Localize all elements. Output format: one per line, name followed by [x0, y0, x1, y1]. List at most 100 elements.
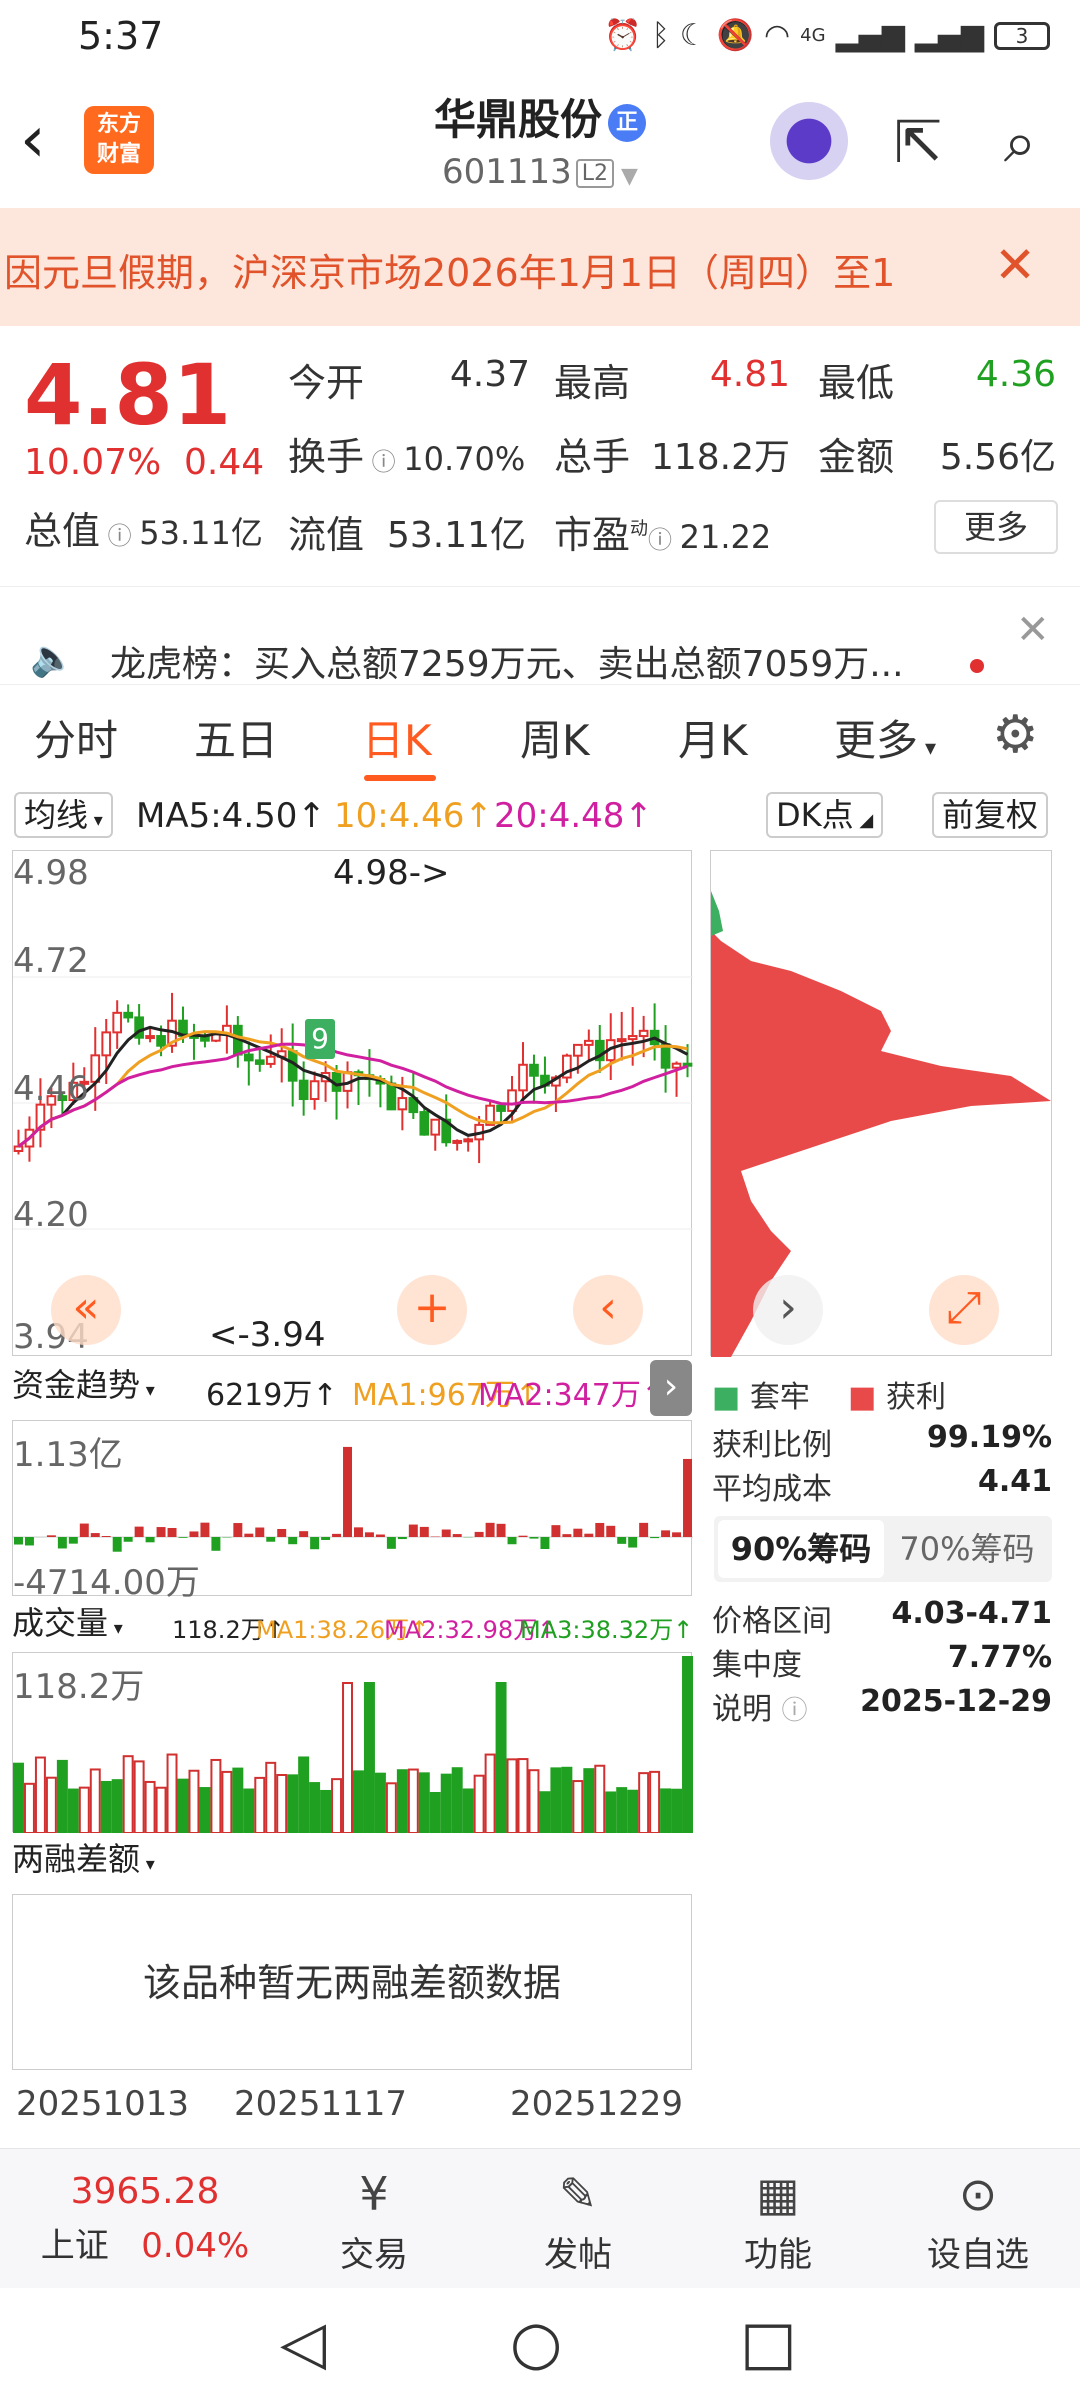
volume-bar — [407, 1768, 419, 1835]
tab-daily-k[interactable]: 日K — [362, 707, 432, 768]
fund-bar — [189, 1531, 199, 1537]
tab-weekly-k[interactable]: 周K — [520, 707, 590, 768]
concentration-label: 集中度 — [712, 1648, 802, 1683]
volume-bar — [100, 1780, 112, 1834]
fund-ma2: MA2:347万↑ — [478, 1378, 666, 1413]
fund-trend-chart[interactable]: 1.13亿 -4714.00万 — [12, 1420, 693, 1603]
holiday-notice[interactable]: 因元旦假期，沪深京市场2026年1月1日（周四）至1 ✕ — [0, 208, 1080, 326]
fund-trend-selector[interactable]: 资金趋势 ▾ — [12, 1364, 155, 1410]
amount-label: 金额 — [818, 435, 895, 479]
tab-90-chips[interactable]: 90%筹码 — [718, 1520, 884, 1578]
function-button[interactable]: ▦ 功能 — [678, 2149, 878, 2289]
fund-y-bottom: -4714.00万 — [13, 1563, 200, 1603]
ma-indicator-row: 均线 ▾ MA5:4.50↑ 10:4.46↑ 20:4.48↑ DK点 ◢ 前… — [0, 790, 1080, 844]
high-label: 最高 — [554, 361, 631, 405]
index-ticker[interactable]: 3965.28 上证 0.04% — [20, 2149, 270, 2289]
add-watch-button[interactable]: ⊙ 设自选 — [878, 2149, 1078, 2289]
turnover-label: 换手 ⓘ 10.70% — [288, 435, 526, 479]
fund-bar — [606, 1525, 616, 1537]
fund-bar — [441, 1529, 451, 1537]
volume-bar — [56, 1759, 68, 1834]
tab-minute[interactable]: 分时 — [34, 707, 118, 768]
volume-chart[interactable]: 118.2万 — [12, 1652, 694, 1835]
volume-bar — [660, 1788, 672, 1834]
chip-distribution[interactable]: › ⤢ — [710, 850, 1052, 1357]
fund-bar — [562, 1534, 572, 1537]
volume-bar — [682, 1656, 694, 1834]
volume-selector[interactable]: 成交量 ▾ — [12, 1602, 123, 1648]
fund-bar — [474, 1531, 484, 1537]
ma-selector[interactable]: 均线 ▾ — [14, 792, 113, 838]
post-button[interactable]: ✎ 发帖 — [478, 2149, 678, 2289]
search-icon[interactable]: ⌕ — [984, 106, 1056, 178]
candle-body — [452, 1139, 463, 1144]
l2-badge: L2 — [575, 159, 615, 188]
fund-bar — [211, 1537, 221, 1551]
ma5-value: MA5:4.50↑ — [136, 796, 326, 836]
volume-bar — [506, 1758, 518, 1834]
volume-bar — [89, 1768, 101, 1835]
volume-bar — [78, 1786, 90, 1835]
volume-bar — [462, 1788, 474, 1835]
adjust-selector[interactable]: 前复权 — [932, 792, 1049, 838]
index-row: 上证 0.04% — [40, 2226, 250, 2266]
chevron-right-icon[interactable]: › — [753, 1275, 823, 1345]
nav-back-icon[interactable]: ◁ — [280, 2308, 326, 2378]
dragon-tiger-banner[interactable]: 🔈 龙虎榜：买入总额7259万元、卖出总额7059万... ✕ — [0, 586, 1080, 685]
assistant-robot-icon[interactable] — [770, 102, 848, 180]
close-icon[interactable]: ✕ — [1016, 607, 1050, 653]
float-value: 53.11亿 — [386, 515, 526, 556]
date-mid: 20251117 — [234, 2084, 408, 2124]
expand-right-icon[interactable]: › — [650, 1360, 692, 1416]
candle-body — [145, 1035, 155, 1040]
volume-bar — [418, 1772, 430, 1835]
more-button[interactable]: 更多 — [934, 500, 1058, 554]
yen-icon: ¥ — [359, 2167, 389, 2221]
volume-bar — [309, 1782, 321, 1834]
volume-bar — [342, 1682, 353, 1834]
fund-bar — [419, 1526, 429, 1537]
avg-cost-label: 平均成本 — [712, 1472, 832, 1507]
y-axis-2: 4.72 — [13, 941, 89, 981]
gear-icon[interactable]: ⚙ — [992, 705, 1039, 765]
tab-monthly-k[interactable]: 月K — [678, 707, 748, 768]
zoom-in-icon[interactable]: + — [397, 1275, 467, 1345]
volume-bar — [111, 1779, 123, 1834]
trade-button[interactable]: ¥ 交易 — [274, 2149, 474, 2289]
fund-bar — [354, 1527, 363, 1537]
note-label[interactable]: 说明 ⓘ — [712, 1684, 808, 1728]
nav-recents-icon[interactable]: □ — [740, 2308, 797, 2378]
close-icon[interactable]: ✕ — [994, 236, 1036, 294]
fund-bar — [178, 1537, 188, 1538]
margin-selector[interactable]: 两融差额 ▾ — [12, 1838, 155, 1884]
volume-bar — [649, 1770, 661, 1834]
profit-ratio-value: 99.19% — [927, 1420, 1052, 1455]
scroll-left-double-icon[interactable]: « — [51, 1275, 121, 1345]
status-bar: 5:37 ⏰ ᛒ ☾ 🔕 ◠ 4G ▂▄▆ ▂▄▆ 3 — [0, 0, 1080, 72]
total-value-label: 总值 ⓘ 53.11亿 — [24, 509, 263, 553]
fund-bar — [639, 1522, 649, 1537]
y-axis-3: 4.46 — [13, 1069, 89, 1109]
signal-icon: ▂▄▆ — [835, 18, 905, 53]
nav-home-icon[interactable]: ○ — [510, 2308, 562, 2378]
fund-bar — [332, 1533, 342, 1537]
volume-bar — [13, 1762, 24, 1834]
candle-body — [101, 1031, 112, 1057]
volume-bar — [276, 1774, 288, 1834]
kline-chart[interactable]: 4.98 4.72 4.46 4.20 3.94 4.98-> <-3.94 9… — [12, 850, 693, 1357]
candle-body — [156, 1035, 166, 1047]
tag-badge: 正 — [608, 103, 646, 142]
volume-bar — [67, 1788, 79, 1834]
scroll-left-icon[interactable]: ‹ — [573, 1275, 643, 1345]
fund-bar — [145, 1537, 155, 1543]
speaker-icon: 🔈 — [30, 638, 75, 679]
dk-point-selector[interactable]: DK点 ◢ — [766, 792, 884, 838]
share-icon[interactable]: ⇱ — [882, 106, 954, 178]
tab-more[interactable]: 更多 ▾ — [834, 707, 936, 768]
signal2-icon: ▂▄▆ — [914, 18, 984, 53]
expand-icon[interactable]: ⤢ — [929, 1275, 999, 1345]
fund-value: 6219万↑ — [206, 1378, 338, 1413]
tab-70-chips[interactable]: 70%筹码 — [884, 1520, 1050, 1578]
tab-five-day[interactable]: 五日 — [194, 707, 278, 768]
volume-bar — [133, 1760, 145, 1834]
